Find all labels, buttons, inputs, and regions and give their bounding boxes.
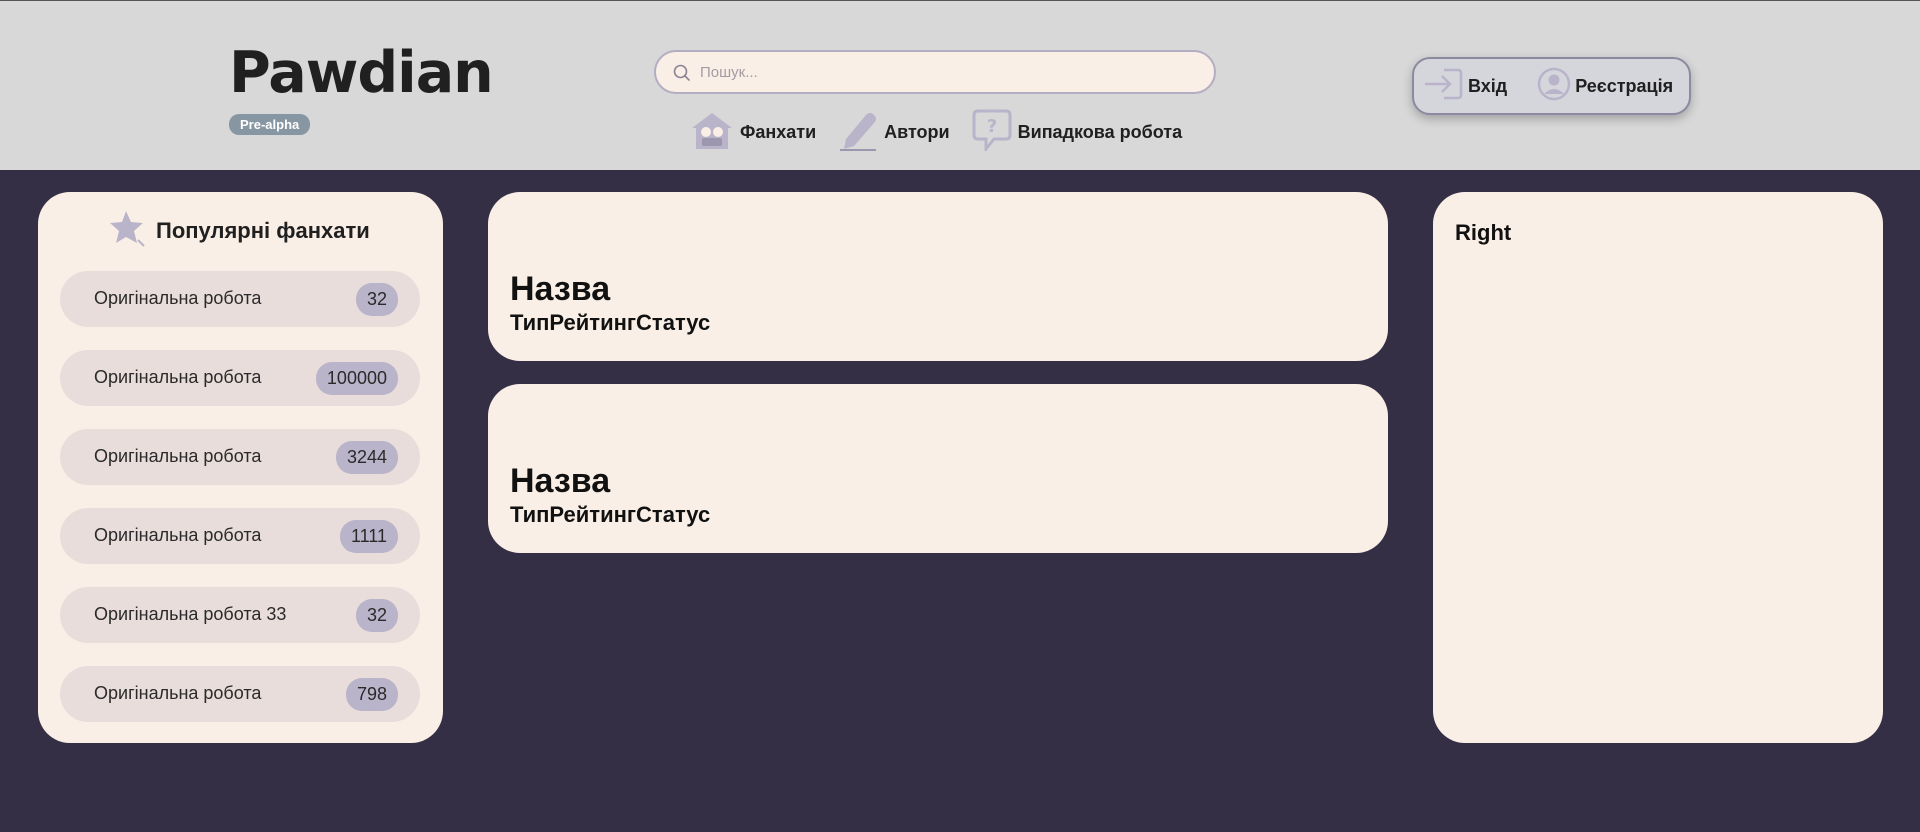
auth-box: Вхід Реєстрація bbox=[1412, 57, 1691, 115]
fandom-count-badge: 100000 bbox=[315, 362, 398, 395]
house-icon bbox=[690, 110, 734, 155]
fandom-label: Оригінальна робота 33 bbox=[94, 604, 287, 624]
fandom-item[interactable]: Оригінальна робота 32 bbox=[60, 271, 420, 327]
main-nav: Фанхати Автори ? Випадкова робота bbox=[690, 109, 1204, 156]
right-panel-title: Right bbox=[1455, 220, 1512, 245]
fandom-item[interactable]: Оригінальна робота 33 32 bbox=[60, 587, 420, 643]
fandom-item[interactable]: Оригінальна робота 100000 bbox=[60, 350, 420, 406]
user-icon bbox=[1537, 67, 1571, 106]
panel-header: Популярні фанхати bbox=[108, 208, 370, 253]
search-bar[interactable] bbox=[654, 50, 1216, 94]
search-icon bbox=[672, 63, 692, 88]
work-meta: ТипРейтингСтатус bbox=[510, 502, 711, 527]
star-icon bbox=[108, 208, 148, 253]
pre-alpha-badge: Pre-alpha bbox=[229, 114, 311, 135]
pencil-icon bbox=[838, 109, 878, 156]
svg-text:?: ? bbox=[986, 116, 996, 137]
work-card[interactable]: Назва ТипРейтингСтатус bbox=[488, 384, 1388, 553]
work-title: Назва bbox=[510, 270, 611, 308]
fandom-count-badge: 32 bbox=[355, 283, 398, 316]
login-icon bbox=[1424, 67, 1464, 106]
search-input[interactable] bbox=[700, 60, 1180, 84]
work-card[interactable]: Назва ТипРейтингСтатус bbox=[488, 192, 1388, 361]
nav-item-fandoms[interactable]: Фанхати bbox=[690, 110, 816, 155]
nav-item-authors[interactable]: Автори bbox=[838, 109, 950, 156]
panel-title: Популярні фанхати bbox=[156, 217, 370, 243]
fandom-item[interactable]: Оригінальна робота 798 bbox=[60, 666, 420, 722]
right-panel: Right bbox=[1433, 192, 1883, 743]
register-button[interactable]: Реєстрація bbox=[1537, 67, 1673, 106]
fandom-item[interactable]: Оригінальна робота 3244 bbox=[60, 429, 420, 485]
work-meta: ТипРейтингСтатус bbox=[510, 310, 711, 335]
brand: Pawdian Pre-alpha bbox=[229, 45, 494, 135]
nav-item-random-work[interactable]: ? Випадкова робота bbox=[972, 109, 1182, 156]
nav-label: Фанхати bbox=[740, 122, 817, 142]
fandom-label: Оригінальна робота bbox=[94, 525, 262, 545]
login-label: Вхід bbox=[1468, 75, 1508, 96]
nav-label: Автори bbox=[884, 122, 950, 142]
work-title: Назва bbox=[510, 462, 611, 500]
fandom-label: Оригінальна робота bbox=[94, 288, 262, 308]
fandom-count-badge: 32 bbox=[355, 599, 398, 632]
top-header: Pawdian Pre-alpha Фанхати Автори ? Випад… bbox=[0, 0, 1920, 170]
fandom-label: Оригінальна робота bbox=[94, 367, 262, 387]
site-logo[interactable]: Pawdian bbox=[229, 45, 494, 102]
fandom-count-badge: 3244 bbox=[335, 441, 398, 474]
fandom-label: Оригінальна робота bbox=[94, 446, 262, 466]
fandom-count-badge: 798 bbox=[345, 678, 398, 711]
popular-fandoms-panel: Популярні фанхати Оригінальна робота 32 … bbox=[38, 192, 443, 743]
fandom-item[interactable]: Оригінальна робота 1111 bbox=[60, 508, 420, 564]
fandom-label: Оригінальна робота bbox=[94, 683, 262, 703]
question-bubble-icon: ? bbox=[972, 109, 1012, 156]
fandom-count-badge: 1111 bbox=[339, 520, 398, 553]
register-label: Реєстрація bbox=[1575, 75, 1674, 96]
login-button[interactable]: Вхід bbox=[1424, 67, 1507, 106]
nav-label: Випадкова робота bbox=[1017, 122, 1183, 142]
